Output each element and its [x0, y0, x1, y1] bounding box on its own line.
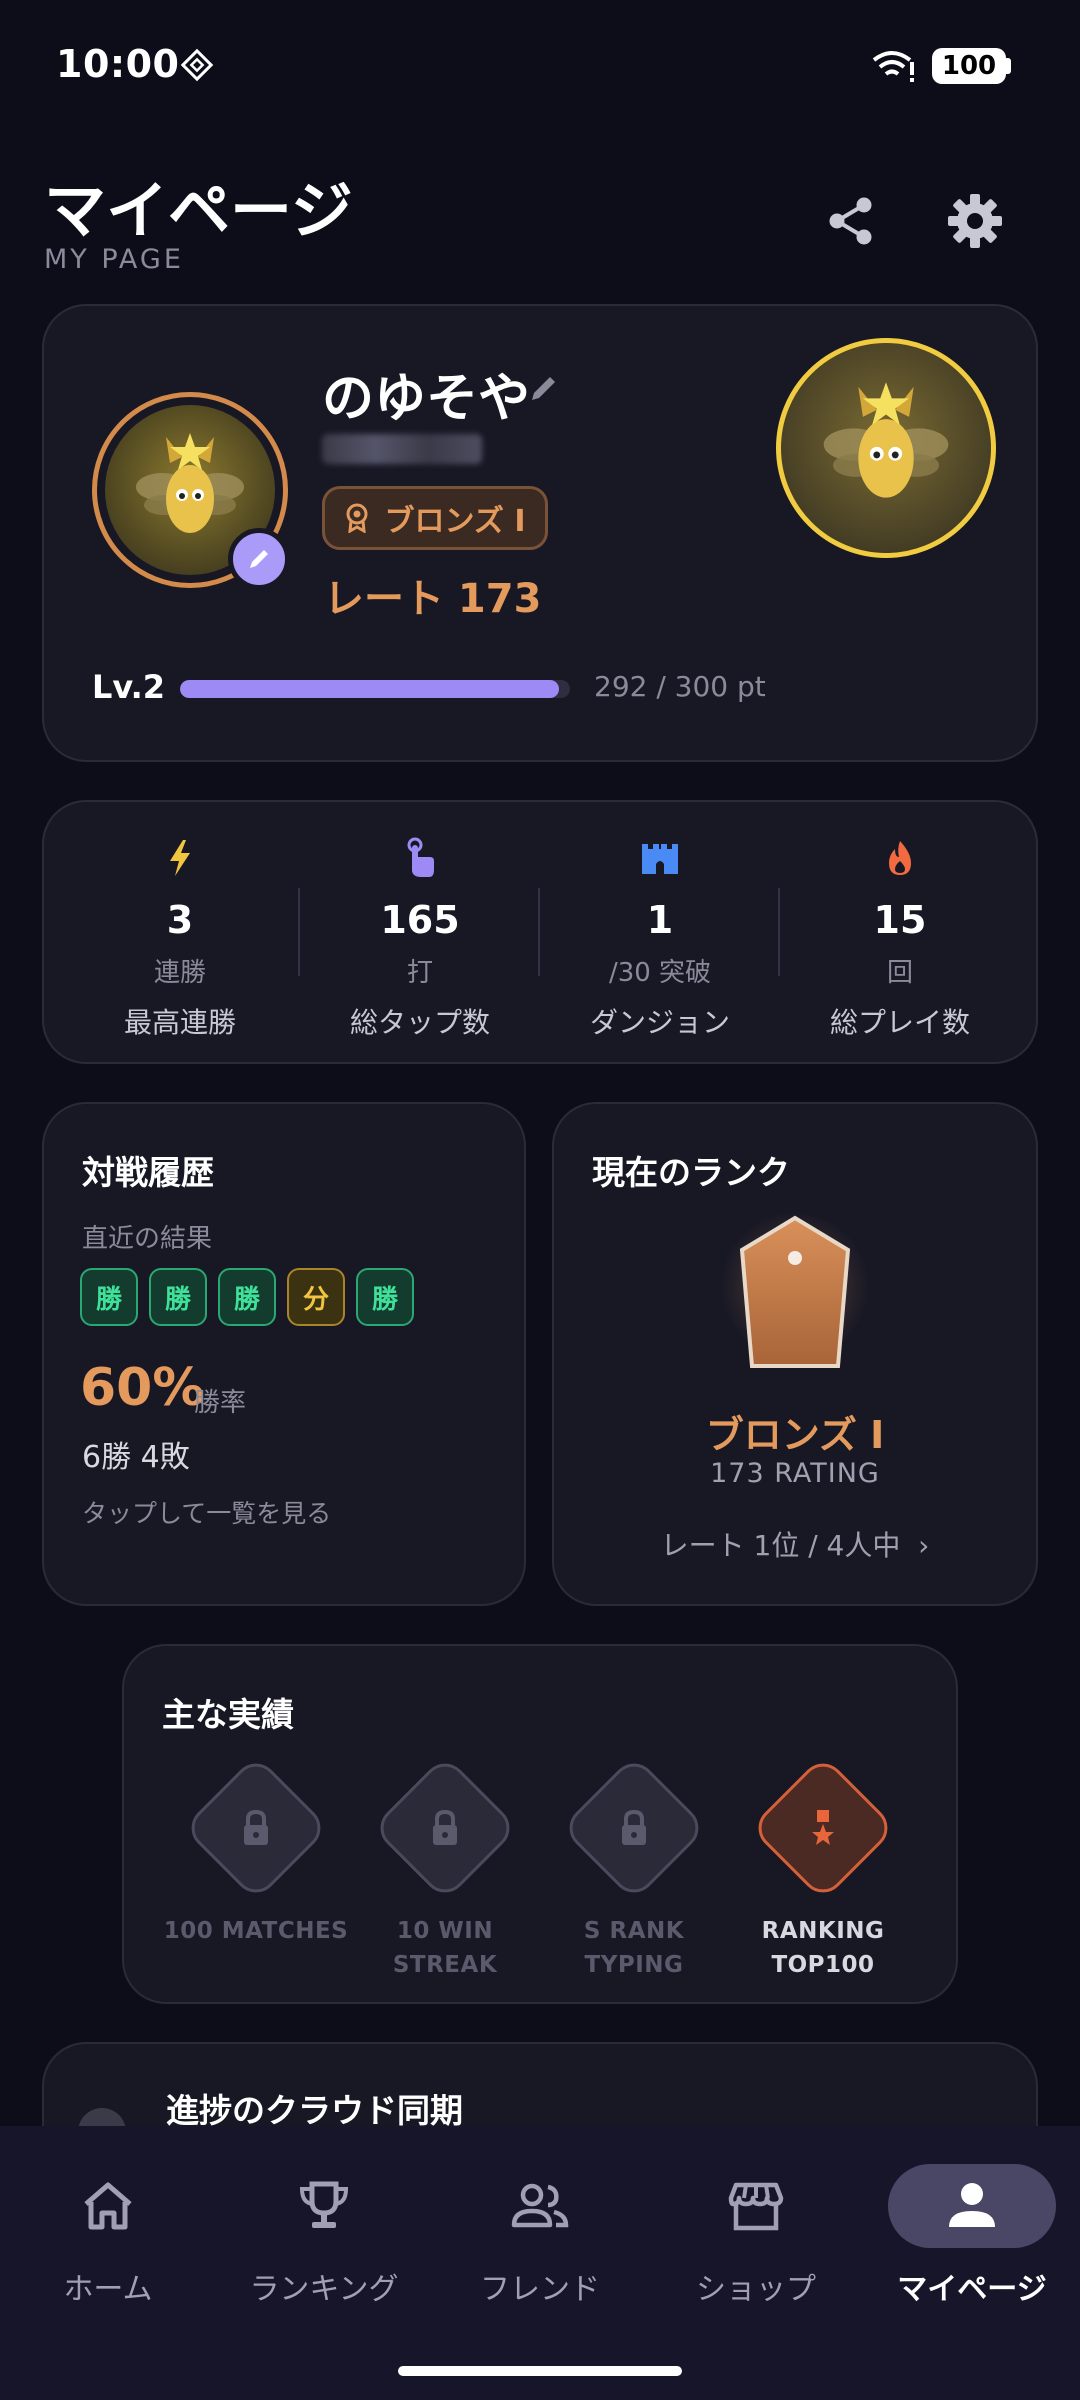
trophy-icon — [299, 2181, 349, 2228]
cloud-sync-title: 進捗のクラウド同期 — [166, 2091, 463, 2130]
win-loss-record: 6勝 4敗 — [82, 1440, 190, 1475]
recent-results-label: 直近の結果 — [82, 1224, 213, 1254]
stat-value: 1 — [646, 898, 674, 942]
achievement-label: RANKING TOP100 — [761, 1918, 885, 1978]
wifi-icon — [872, 51, 914, 82]
user-id-redacted — [322, 434, 482, 464]
mascot-avatar[interactable] — [776, 338, 996, 558]
view-history-link[interactable]: タップして一覧を見る — [82, 1494, 331, 1530]
stat-max-streak: 3 連勝 最高連勝 — [60, 836, 300, 1041]
level-progress-bar — [180, 680, 570, 698]
battery-cap — [1006, 58, 1011, 74]
level-progress-fill — [180, 680, 560, 698]
battery-indicator: 100 — [932, 48, 1006, 84]
lock-icon — [244, 1809, 268, 1845]
avatar-edit-button[interactable] — [228, 528, 290, 590]
nav-home[interactable]: ホーム — [8, 2168, 208, 2308]
rank-badge: ブロンズ I — [322, 486, 548, 550]
result-win: 勝 — [218, 1268, 276, 1326]
flame-icon — [889, 841, 911, 875]
stat-label: 最高連勝 — [123, 1006, 236, 1039]
nav-mypage[interactable]: マイページ — [872, 2168, 1072, 2308]
achievement-badge[interactable]: RANKING TOP100 — [728, 1752, 918, 1982]
settings-button[interactable] — [940, 186, 1010, 256]
lightning-icon — [170, 840, 190, 876]
achievements-title: 主な実績 — [162, 1695, 294, 1734]
status-time: 10:00 — [56, 42, 180, 86]
rank-position-link[interactable]: レート 1位 / 4人中 › — [552, 1524, 1038, 1564]
stat-value: 3 — [166, 898, 194, 942]
nav-label: ランキング — [249, 2272, 399, 2307]
nav-friends[interactable]: フレンド — [440, 2168, 640, 2308]
result-draw: 分 — [287, 1268, 345, 1326]
home-icon — [84, 2182, 132, 2230]
achievement-badge[interactable]: 10 WIN STREAK — [350, 1752, 540, 1982]
history-title: 対戦履歴 — [82, 1153, 214, 1192]
nav-label: ショップ — [696, 2272, 816, 2307]
stat-dungeon: 1 /30 突破 ダンジョン — [540, 836, 780, 1041]
win-rate-label: 勝率 — [194, 1388, 247, 1418]
stat-total-plays: 15 回 総プレイ数 — [780, 836, 1020, 1041]
rank-name: ブロンズ I — [705, 1413, 885, 1457]
user-name: のゆそや — [322, 369, 531, 429]
mascot-icon — [136, 433, 244, 533]
nav-shop[interactable]: ショップ — [656, 2168, 856, 2308]
recent-results: 勝 勝 勝 分 勝 — [80, 1268, 414, 1326]
home-indicator[interactable] — [398, 2366, 682, 2376]
pencil-icon — [250, 550, 268, 568]
page-title: マイページ — [44, 174, 353, 247]
page-subtitle: MY PAGE — [44, 244, 184, 275]
notification-icon — [180, 48, 214, 82]
stat-unit: 打 — [406, 958, 433, 988]
share-button[interactable] — [816, 186, 886, 256]
nav-label: ホーム — [63, 2272, 153, 2307]
stat-label: 総タップ数 — [349, 1006, 490, 1039]
stat-unit: /30 突破 — [608, 958, 712, 988]
stat-label: ダンジョン — [589, 1006, 730, 1039]
share-icon — [829, 197, 872, 245]
tap-icon — [407, 837, 434, 877]
friends-icon — [511, 2183, 569, 2228]
achievement-badge[interactable]: S RANK TYPING — [539, 1752, 729, 1982]
result-win: 勝 — [149, 1268, 207, 1326]
edit-name-icon[interactable] — [526, 370, 562, 406]
result-win: 勝 — [80, 1268, 138, 1326]
win-rate: 60% — [80, 1358, 205, 1418]
stat-value: 15 — [873, 898, 927, 942]
lock-icon — [433, 1809, 457, 1845]
bronze-rank-emblem-icon — [721, 1212, 869, 1368]
achievement-label: S RANK TYPING — [583, 1918, 685, 1978]
nav-label: マイページ — [897, 2272, 1047, 2307]
lock-icon — [622, 1809, 646, 1845]
achievement-badge[interactable]: 100 MATCHES — [161, 1752, 351, 1948]
rate-value: レート 173 — [324, 576, 542, 622]
achievement-label: 100 MATCHES — [163, 1918, 349, 1944]
person-icon — [949, 2183, 995, 2227]
level-label: Lv.2 — [92, 668, 166, 706]
stat-unit: 連勝 — [153, 958, 206, 988]
achievement-label: 10 WIN STREAK — [392, 1918, 498, 1978]
mascot-icon — [823, 382, 949, 498]
stat-value: 165 — [380, 898, 460, 942]
medal-star-icon — [812, 1810, 834, 1845]
nav-label: フレンド — [480, 2272, 600, 2307]
current-rank-title: 現在のランク — [592, 1153, 790, 1192]
nav-ranking[interactable]: ランキング — [224, 2168, 424, 2308]
medal-icon — [346, 503, 368, 533]
rank-position: レート 1位 / 4人中 — [660, 1529, 901, 1562]
rank-badge-label: ブロンズ I — [384, 504, 526, 539]
gear-icon — [948, 194, 1002, 248]
stat-total-taps: 165 打 総タップ数 — [300, 836, 540, 1041]
shop-icon — [728, 2182, 784, 2231]
castle-icon — [642, 844, 678, 874]
stat-label: 総プレイ数 — [829, 1006, 970, 1039]
level-points: 292 / 300 pt — [594, 670, 766, 703]
stat-unit: 回 — [886, 958, 913, 988]
chevron-right-icon: › — [909, 1529, 930, 1562]
result-win: 勝 — [356, 1268, 414, 1326]
rank-rating: 173 RATING — [710, 1458, 880, 1489]
